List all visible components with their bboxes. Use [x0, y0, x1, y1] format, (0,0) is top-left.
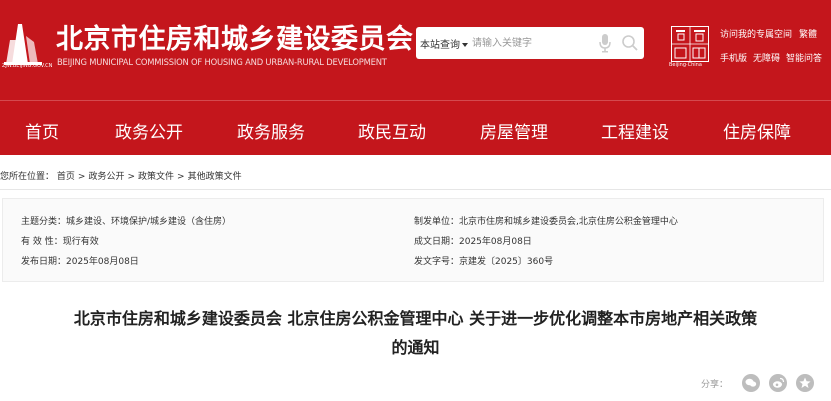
nav-item-construction[interactable]: 工程建设 [601, 118, 669, 143]
smart-qa-link[interactable]: 智能问答 [786, 54, 822, 64]
star-icon [799, 377, 811, 388]
meta-doc-number: 发文字号：京建发〔2025〕360号 [414, 257, 554, 267]
nav-item-home[interactable]: 首页 [25, 118, 59, 143]
breadcrumb-item-other-policy[interactable]: 其他政策文件 [188, 172, 242, 182]
search-scope-select[interactable]: 本站查询 [420, 36, 468, 51]
top-links-row1: 访问我的专属空间 繁體 [720, 27, 824, 40]
search-box: 本站查询 [416, 27, 644, 59]
breadcrumb-item-gov-affairs[interactable]: 政务公开 [88, 172, 124, 182]
site-title[interactable]: 北京市住房和城乡建设委员会 [56, 17, 414, 56]
share-label: 分享： [701, 380, 729, 390]
breadcrumb: 您所在位置： 首页 > 政务公开 > 政策文件 > 其他政策文件 [0, 169, 242, 182]
wechat-icon [745, 378, 757, 387]
breadcrumb-item-policy-docs[interactable]: 政策文件 [138, 172, 174, 182]
site-header: ZJW.BEIJING.GOV.CN 北京市住房和城乡建设委员会 BEIJING… [0, 0, 831, 100]
meta-publish-date: 发布日期：2025年08月08日 [21, 257, 139, 267]
breadcrumb-separator: > [127, 172, 136, 182]
search-scope-label: 本站查询 [420, 40, 460, 51]
breadcrumb-separator: > [177, 172, 185, 182]
nav-item-gov-services[interactable]: 政务服务 [237, 118, 305, 143]
site-subtitle: BEIJING MUNICIPAL COMMISSION OF HOUSING … [57, 57, 387, 67]
top-links-row2: 手机版 无障碍 智能问答 [720, 51, 828, 64]
capital-logo-icon[interactable] [671, 26, 709, 62]
nav-item-interaction[interactable]: 政民互动 [358, 118, 426, 143]
search-input[interactable] [472, 33, 592, 53]
nav-item-housing-security[interactable]: 住房保障 [723, 118, 791, 143]
site-domain: ZJW.BEIJING.GOV.CN [2, 63, 53, 69]
meta-issuer: 制发单位：北京市住房和城乡建设委员会,北京住房公积金管理中心 [414, 217, 678, 227]
article-title: 北京市住房和城乡建设委员会 北京住房公积金管理中心 关于进一步优化调整本市房地产… [0, 304, 831, 362]
meta-topic: 主题分类：城乡建设、环境保护/城乡建设（含住房） [21, 217, 232, 227]
chevron-down-icon [462, 43, 468, 47]
meta-validity: 有 效 性：现行有效 [21, 237, 99, 247]
breadcrumb-item-home[interactable]: 首页 [57, 172, 75, 182]
building-logo-icon[interactable] [4, 22, 42, 66]
microphone-icon[interactable] [598, 33, 612, 53]
personal-space-link[interactable]: 访问我的专属空间 [720, 30, 792, 40]
capital-logo-caption: Beijing·China [669, 62, 702, 68]
weibo-share-icon[interactable] [769, 374, 787, 392]
nav-item-gov-affairs[interactable]: 政务公开 [115, 118, 183, 143]
search-icon[interactable] [621, 34, 639, 52]
article-title-line2: 的通知 [391, 338, 440, 357]
breadcrumb-divider [0, 189, 831, 190]
nav-item-housing[interactable]: 房屋管理 [480, 118, 548, 143]
article-title-line1: 北京市住房和城乡建设委员会 北京住房公积金管理中心 关于进一步优化调整本市房地产… [73, 309, 758, 328]
weibo-icon [773, 377, 785, 388]
breadcrumb-label: 您所在位置： [0, 172, 55, 182]
main-nav: 首页 政务公开 政务服务 政民互动 房屋管理 工程建设 住房保障 [0, 100, 831, 155]
mobile-version-link[interactable]: 手机版 [720, 54, 747, 64]
breadcrumb-separator: > [77, 172, 86, 182]
document-meta: 主题分类：城乡建设、环境保护/城乡建设（含住房） 有 效 性：现行有效 发布日期… [2, 198, 824, 282]
favorite-share-icon[interactable] [796, 374, 814, 392]
accessibility-link[interactable]: 无障碍 [753, 54, 780, 64]
wechat-share-icon[interactable] [742, 374, 760, 392]
traditional-chinese-link[interactable]: 繁體 [799, 30, 817, 40]
meta-written-date: 成文日期：2025年08月08日 [414, 237, 532, 247]
